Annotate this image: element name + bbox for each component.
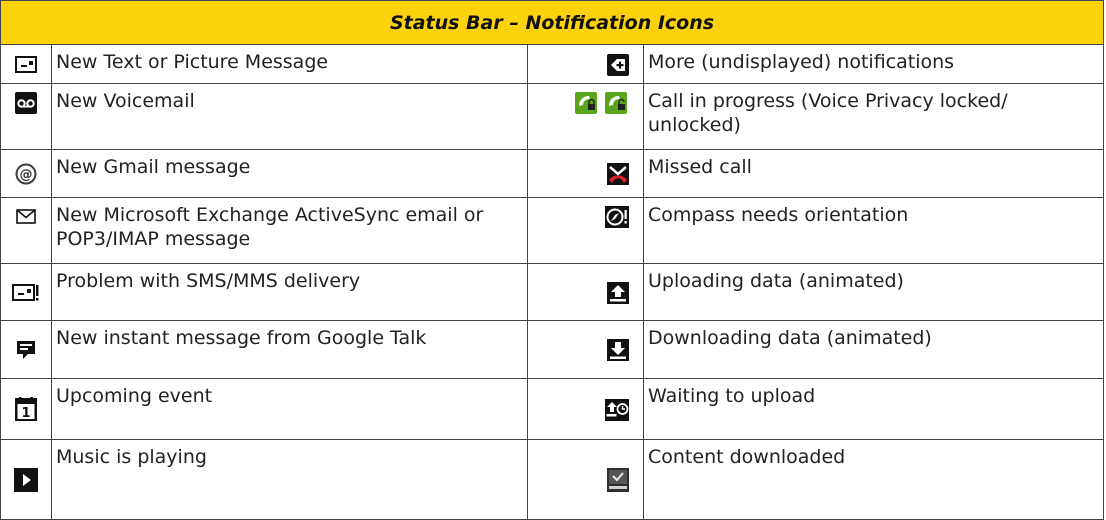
voicemail-icon	[0, 83, 52, 150]
content-downloaded-icon	[527, 439, 644, 520]
table-row: New instant message from Google Talk Dow…	[0, 320, 1104, 379]
sms-problem-icon	[0, 263, 52, 321]
table-row: New Microsoft Exchange ActiveSync email …	[0, 197, 1104, 264]
more-notifications-icon	[527, 44, 644, 84]
left-label: New Voicemail	[51, 83, 528, 150]
email-envelope-icon	[0, 197, 52, 264]
svg-text:@: @	[20, 168, 33, 183]
upload-icon	[527, 263, 644, 321]
call-in-progress-icon	[527, 83, 644, 150]
left-label: New Text or Picture Message	[51, 44, 528, 84]
table-row: 1 Upcoming event Waiting to upload	[0, 378, 1104, 440]
left-label: New Gmail message	[51, 149, 528, 198]
notification-icons-table: Status Bar – Notification Icons New Text…	[0, 0, 1104, 520]
right-label: Downloading data (animated)	[643, 320, 1104, 379]
left-label: Problem with SMS/MMS delivery	[51, 263, 528, 321]
table-row: Problem with SMS/MMS delivery Uploading …	[0, 263, 1104, 321]
right-label: Waiting to upload	[643, 378, 1104, 440]
table-row: Music is playing Content downloaded	[0, 439, 1104, 520]
gmail-icon: @	[0, 149, 52, 198]
table-row: @ New Gmail message Missed call	[0, 149, 1104, 198]
missed-call-icon	[527, 149, 644, 198]
music-playing-icon	[0, 439, 52, 520]
left-label: Music is playing	[51, 439, 528, 520]
compass-icon	[527, 197, 644, 264]
waiting-upload-icon	[527, 378, 644, 440]
text-message-icon	[0, 44, 52, 84]
right-label: Compass needs orientation	[643, 197, 1104, 264]
download-icon	[527, 320, 644, 379]
google-talk-icon	[0, 320, 52, 379]
left-label: New instant message from Google Talk	[51, 320, 528, 379]
calendar-event-icon: 1	[0, 378, 52, 440]
right-label: Missed call	[643, 149, 1104, 198]
left-label: New Microsoft Exchange ActiveSync email …	[51, 197, 528, 264]
table-row: New Text or Picture Message More (undisp…	[0, 44, 1104, 84]
svg-text:1: 1	[21, 406, 30, 421]
left-label: Upcoming event	[51, 378, 528, 440]
right-label: More (undisplayed) notifications	[643, 44, 1104, 84]
right-label: Call in progress (Voice Privacy locked/ …	[643, 83, 1104, 150]
right-label: Content downloaded	[643, 439, 1104, 520]
right-label: Uploading data (animated)	[643, 263, 1104, 321]
table-row: New Voicemail Call in progress (Voice Pr…	[0, 83, 1104, 150]
table-header: Status Bar – Notification Icons	[0, 0, 1104, 45]
